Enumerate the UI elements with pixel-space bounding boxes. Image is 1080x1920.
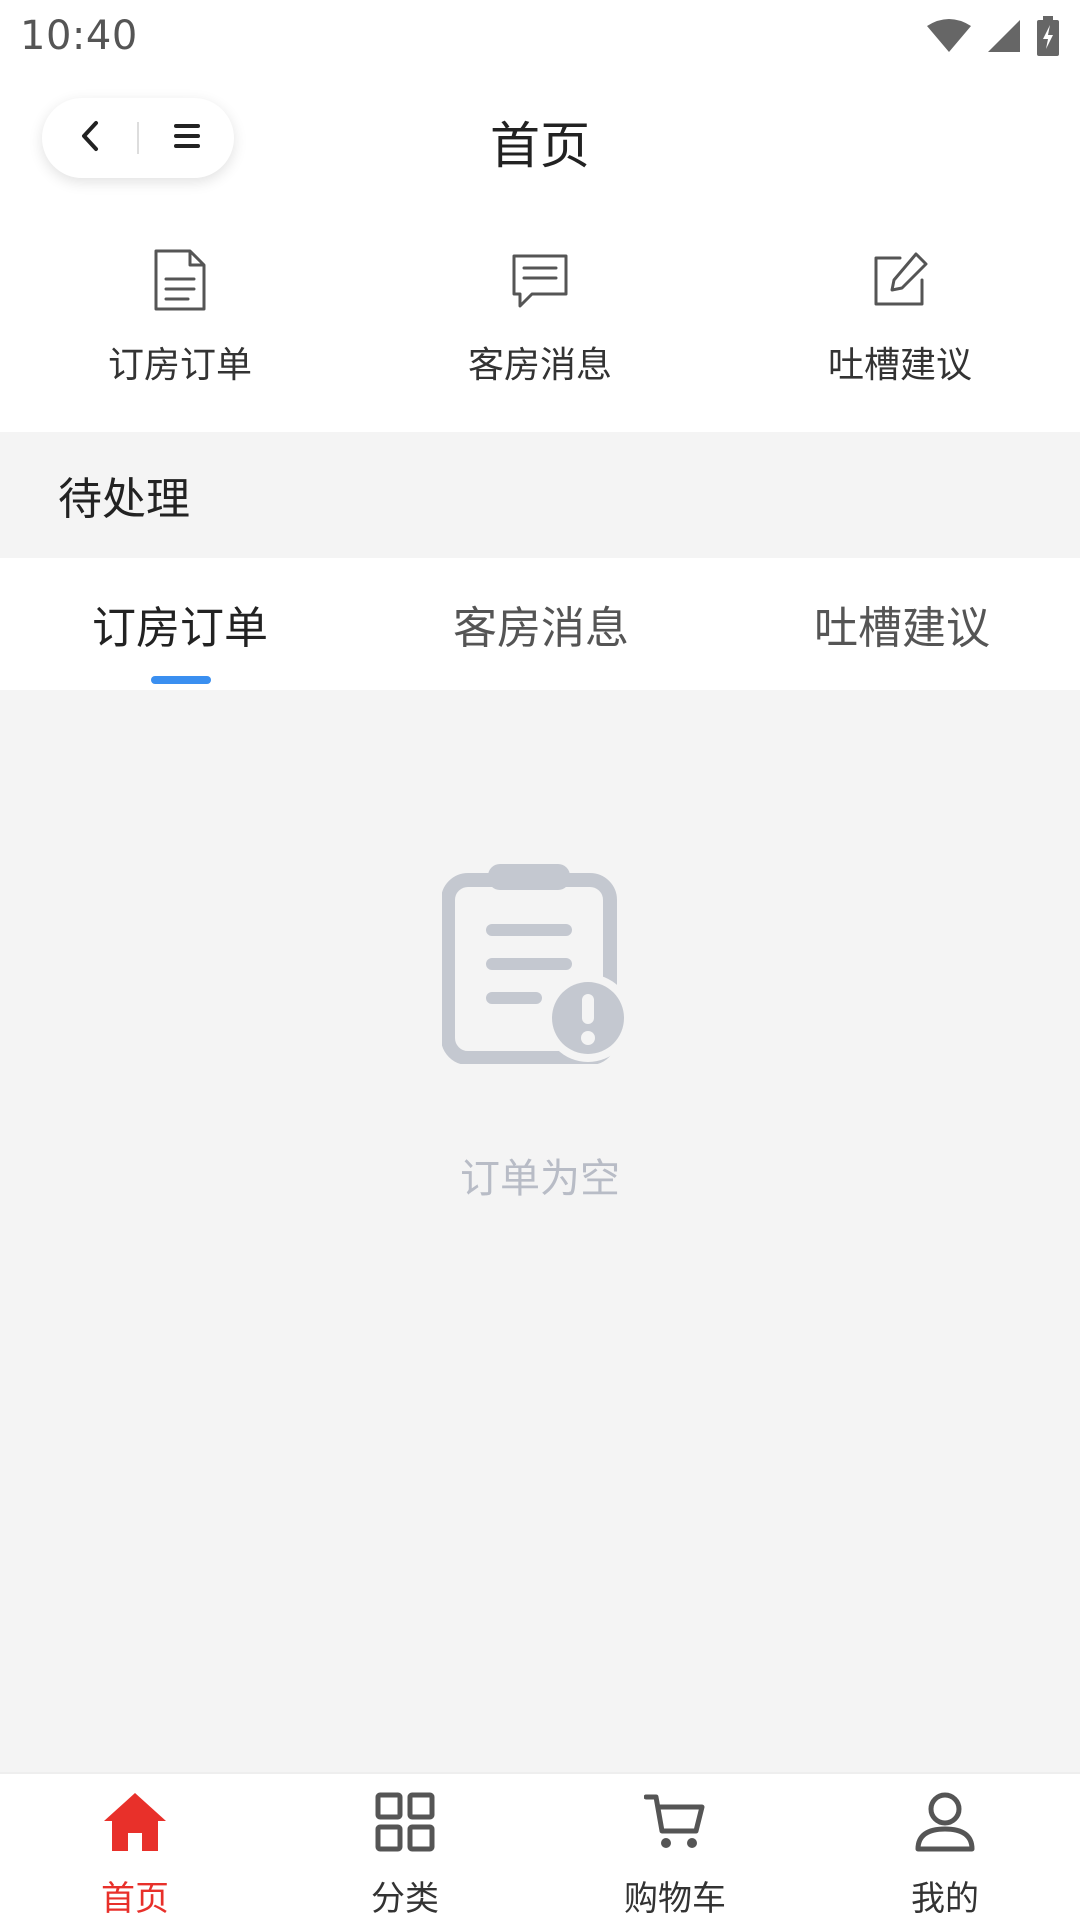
empty-state: 订单为空: [0, 860, 1080, 1204]
quick-entry-label: 订房订单: [107, 345, 252, 386]
tab-label: 吐槽建议: [813, 603, 990, 654]
grid-icon: [367, 1786, 443, 1857]
wifi-icon: [926, 18, 972, 54]
pending-tabs: 订房订单 客房消息 吐槽建议: [0, 558, 1080, 690]
section-header: 待处理: [0, 432, 1080, 558]
tabbar-label: 分类: [371, 1879, 439, 1919]
message-icon: [504, 244, 576, 316]
tab-suggestions[interactable]: 吐槽建议: [691, 558, 1080, 690]
quick-entry-label: 客房消息: [467, 345, 612, 386]
home-icon: [97, 1786, 173, 1857]
tabbar-label: 首页: [101, 1879, 169, 1919]
clipboard-alert-icon: [441, 860, 638, 1068]
tabbar-home[interactable]: 首页: [0, 1774, 270, 1920]
section-title: 待处理: [58, 474, 190, 525]
quick-entry-room-orders[interactable]: 订房订单: [0, 204, 360, 432]
tabbar-cart[interactable]: 购物车: [540, 1774, 810, 1920]
nav-bar: 首页: [0, 72, 1080, 204]
content-area: 订单为空: [0, 690, 1080, 1772]
status-icons: [926, 16, 1060, 56]
quick-entries: 订房订单 客房消息 吐槽建议: [0, 204, 1080, 432]
cart-icon: [637, 1786, 713, 1857]
bottom-tabbar: 首页 分类 购物车 我的: [0, 1772, 1080, 1920]
tab-active-indicator: [151, 676, 211, 684]
quick-entry-suggestions[interactable]: 吐槽建议: [720, 204, 1080, 432]
empty-text: 订单为空: [460, 1156, 620, 1202]
battery-charging-icon: [1036, 16, 1060, 56]
signal-icon: [986, 18, 1022, 54]
document-icon: [144, 244, 216, 316]
page-title: 首页: [490, 117, 590, 175]
status-bar: 10:40: [0, 0, 1080, 72]
tabbar-label: 购物车: [624, 1879, 726, 1919]
edit-icon: [864, 244, 936, 316]
tab-room-messages[interactable]: 客房消息: [391, 558, 690, 690]
user-icon: [907, 1786, 983, 1857]
tab-label: 订房订单: [92, 603, 268, 654]
tabbar-label: 我的: [911, 1879, 979, 1919]
status-time: 10:40: [20, 13, 138, 59]
quick-entry-label: 吐槽建议: [827, 345, 972, 386]
tabbar-category[interactable]: 分类: [270, 1774, 540, 1920]
tab-label: 客房消息: [452, 603, 629, 654]
quick-entry-room-messages[interactable]: 客房消息: [360, 204, 720, 432]
tab-room-orders[interactable]: 订房订单: [0, 558, 391, 690]
tabbar-mine[interactable]: 我的: [810, 1774, 1080, 1920]
